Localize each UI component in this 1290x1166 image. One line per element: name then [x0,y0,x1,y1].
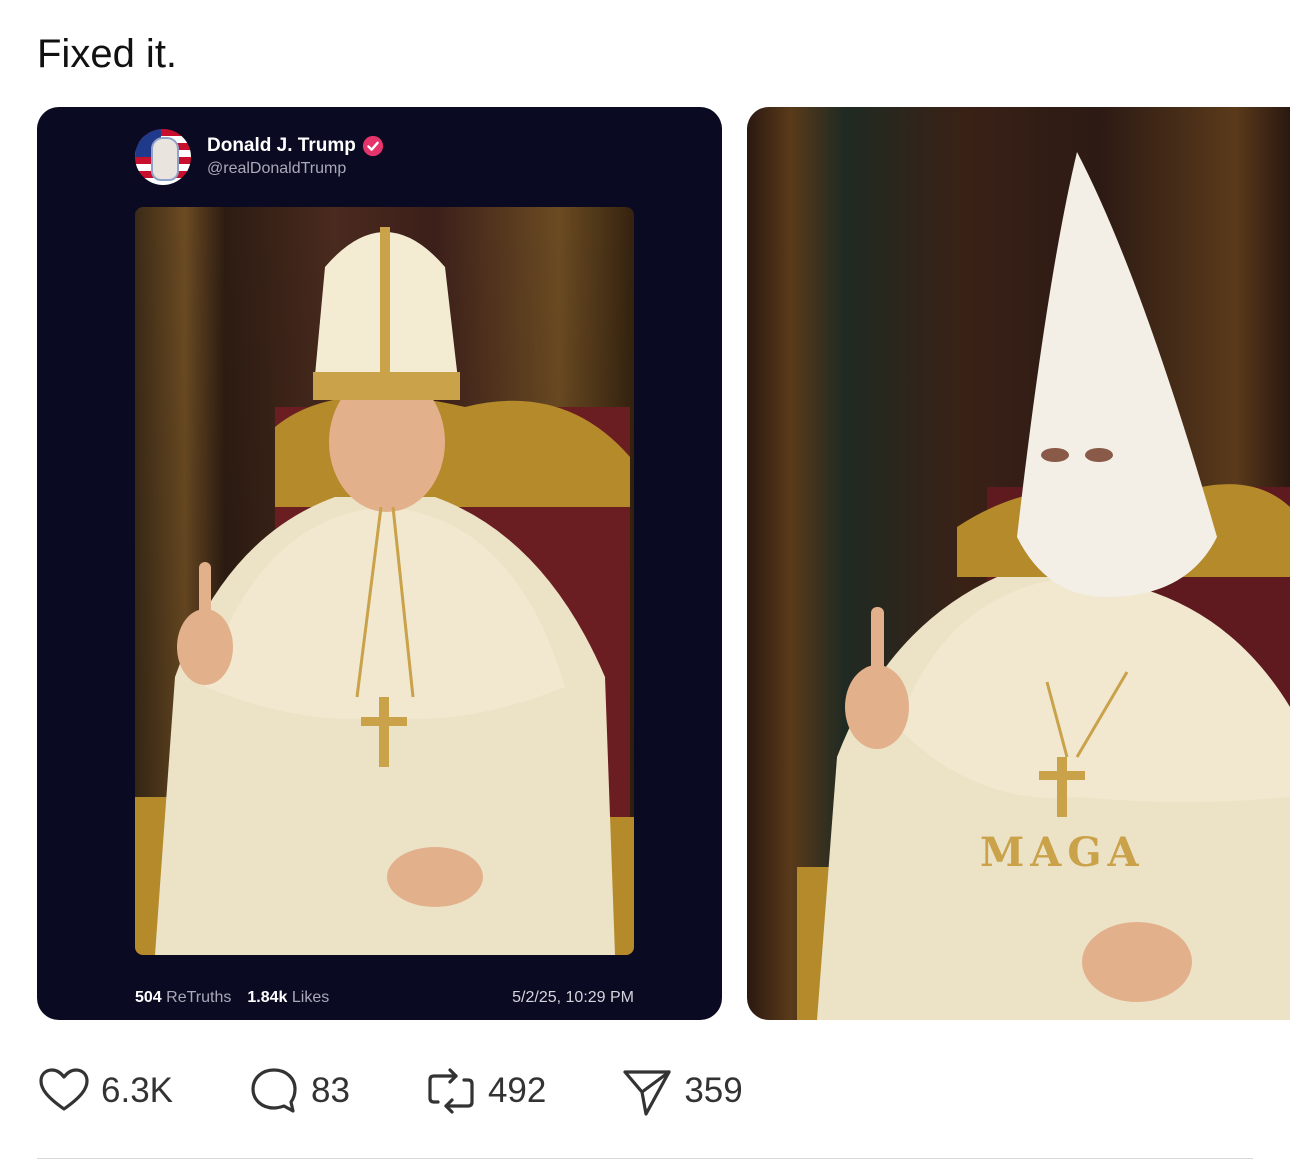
retruths-count: 504 [135,989,162,1006]
hooded-figure-image [797,152,1290,1020]
repost-count: 492 [487,1071,547,1110]
reply-count: 83 [311,1071,350,1110]
pope-portrait-image [135,207,634,955]
author-handle: @realDonaldTrump [207,160,347,177]
truth-timestamp: 5/2/25, 10:29 PM [512,989,634,1006]
truth-stats: 504 ReTruths 1.84k Likes 5/2/25, 10:29 P… [135,987,634,1009]
robe-text: MAGA [980,829,1145,876]
divider [37,1158,1253,1159]
like-button[interactable]: 6.3K [37,1064,173,1118]
repost-arrows-icon [428,1068,474,1114]
post-view: Fixed it. Donald J. Trump @realDonaldTru… [0,0,1290,1166]
retruths-label: ReTruths [166,989,232,1006]
media-item-truth-screenshot[interactable]: Donald J. Trump @realDonaldTrump 504 ReT… [37,107,722,1020]
likes-label: Likes [291,989,330,1006]
media-carousel[interactable]: Donald J. Trump @realDonaldTrump 504 ReT… [37,107,1290,1020]
action-bar: 6.3K 83 492 359 [37,1062,817,1120]
author-name: Donald J. Trump [207,135,356,156]
likes-stat: 1.84k Likes [247,989,329,1007]
post-text: Fixed it. [37,32,178,76]
like-count: 6.3K [101,1071,173,1110]
avatar [135,129,191,185]
author-block: Donald J. Trump @realDonaldTrump [207,134,384,180]
retruths-stat: 504 ReTruths [135,989,231,1007]
likes-count: 1.84k [247,989,288,1006]
paper-plane-icon [623,1070,671,1116]
reply-button[interactable]: 83 [247,1064,350,1118]
heart-icon [39,1068,89,1111]
repost-button[interactable]: 492 [424,1064,546,1118]
speech-bubble-icon [251,1068,297,1113]
verified-badge-icon [362,135,383,157]
media-item-edited-photo[interactable]: MAGA [747,107,1290,1020]
share-count: 359 [684,1071,743,1110]
share-button[interactable]: 359 [620,1064,743,1118]
truth-header: Donald J. Trump @realDonaldTrump [135,129,384,185]
